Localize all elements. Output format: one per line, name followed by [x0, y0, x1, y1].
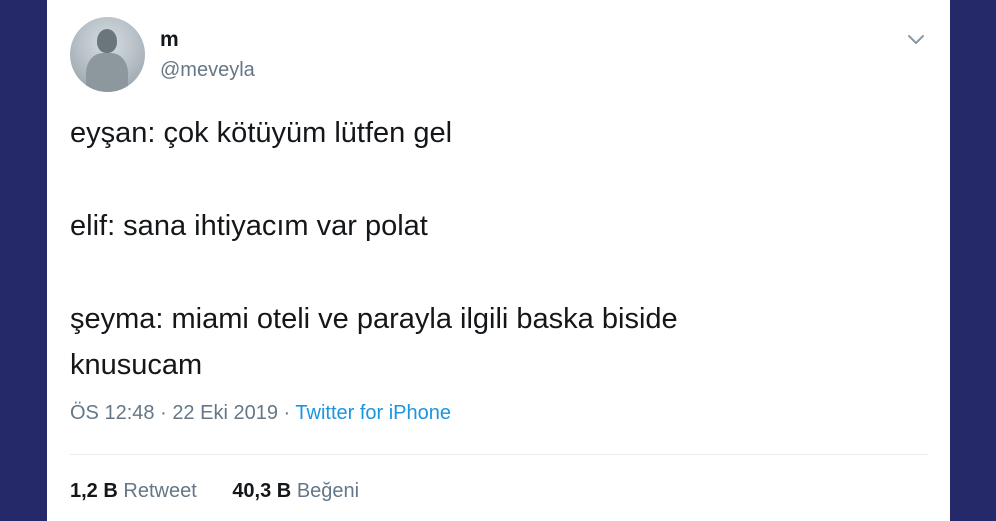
likes-count: 40,3 B: [232, 480, 292, 502]
tweet-source-link[interactable]: Twitter for iPhone: [295, 402, 451, 424]
tweet-line: şeyma: miami oteli ve parayla ilgili bas…: [70, 303, 678, 335]
tweet-stats: 1,2 B Retweet 40,3 B Beğeni: [70, 480, 359, 503]
divider: [70, 454, 928, 455]
likes-stat[interactable]: 40,3 B Beğeni: [232, 480, 359, 503]
retweets-label: Retweet: [123, 480, 197, 502]
tweet-card: m @meveyla eyşan: çok kötüyüm lütfen gel…: [47, 0, 950, 521]
retweets-count: 1,2 B: [70, 480, 118, 502]
author-display-name[interactable]: m: [160, 28, 179, 52]
meta-separator: ·: [160, 402, 167, 424]
meta-separator: ·: [283, 402, 291, 424]
tweet-time[interactable]: ÖS 12:48: [70, 402, 155, 424]
tweet-line: elif: sana ihtiyacım var polat: [70, 210, 428, 242]
author-handle[interactable]: @meveyla: [160, 59, 255, 82]
tweet-line: knusucam: [70, 349, 203, 381]
tweet-line: eyşan: çok kötüyüm lütfen gel: [70, 117, 453, 149]
avatar-figure: [86, 53, 128, 92]
tweet-meta: ÖS 12:48 · 22 Eki 2019 · Twitter for iPh…: [70, 402, 451, 425]
chevron-down-icon[interactable]: [905, 28, 927, 50]
likes-label: Beğeni: [296, 480, 360, 502]
retweets-stat[interactable]: 1,2 B Retweet: [70, 480, 197, 503]
tweet-text: eyşan: çok kötüyüm lütfen gel elif: sana…: [70, 110, 930, 388]
avatar[interactable]: [70, 17, 145, 92]
tweet-date[interactable]: 22 Eki 2019: [172, 402, 278, 424]
avatar-head: [97, 29, 117, 53]
